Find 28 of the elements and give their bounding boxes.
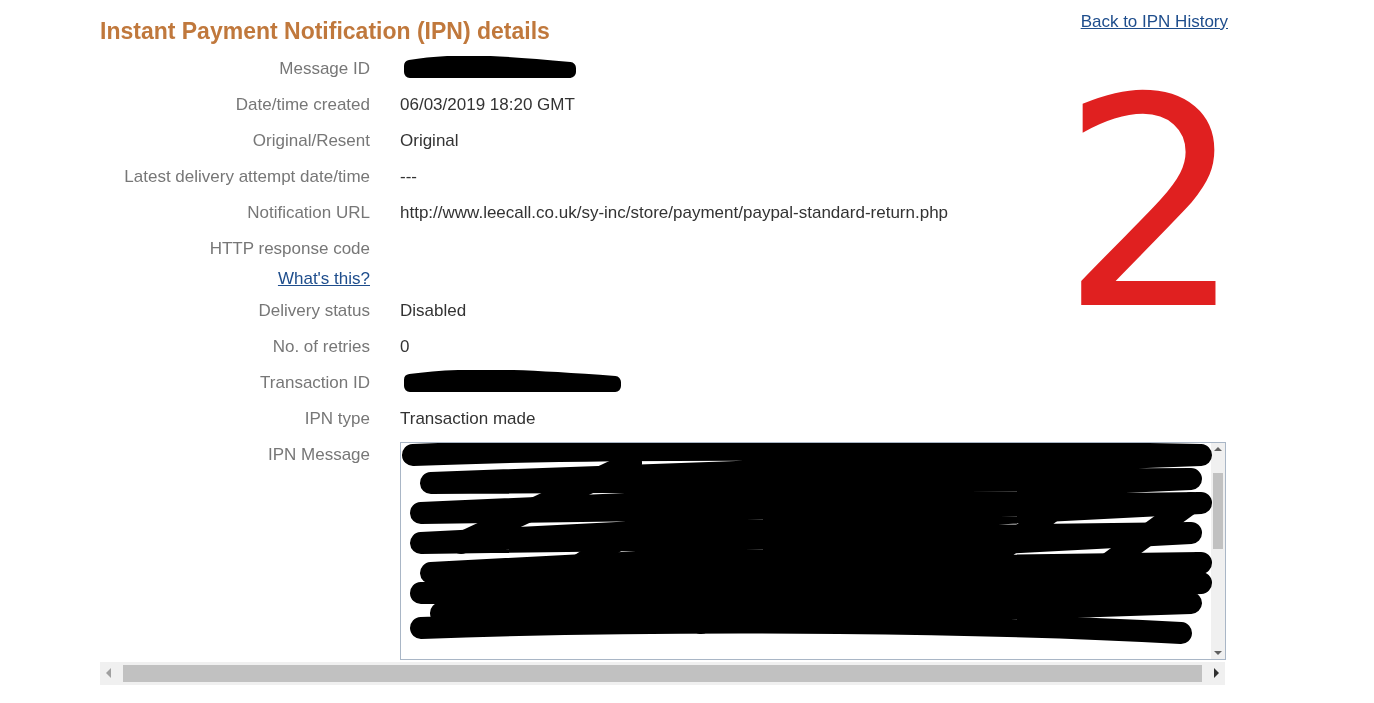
field-label: Delivery status xyxy=(258,299,370,322)
field-label: Date/time created xyxy=(235,93,370,116)
field-value: 0 xyxy=(400,336,410,356)
field-label: IPN type xyxy=(304,407,370,430)
field-value: Original xyxy=(400,130,459,150)
field-label: Latest delivery attempt date/time xyxy=(124,165,370,188)
horizontal-scrollbar[interactable] xyxy=(100,661,1225,685)
field-label: HTTP response code xyxy=(209,237,370,260)
field-label: Message ID xyxy=(279,57,370,80)
field-value: http://www.leecall.co.uk/sy-inc/store/payment/paypal-standard-return.php xyxy=(400,202,949,222)
field-value: Transaction made xyxy=(400,408,536,428)
handwritten-annotation: 2 xyxy=(1060,60,1245,350)
field-value: 06/03/2019 18:20 GMT xyxy=(400,94,575,114)
vertical-scrollbar[interactable] xyxy=(1211,442,1225,659)
page-title: Instant Payment Notification (IPN) details xyxy=(100,17,550,46)
help-link[interactable]: What's this? xyxy=(277,266,370,292)
field-label: Transaction ID xyxy=(260,371,370,394)
field-value: Disabled xyxy=(400,300,467,320)
field-label: IPN Message xyxy=(267,443,370,466)
back-link[interactable]: Back to IPN History xyxy=(1080,9,1228,35)
field-value: --- xyxy=(400,166,417,186)
scroll-left-icon[interactable] xyxy=(106,668,111,678)
field-label: Original/Resent xyxy=(252,129,370,152)
field-label: Notification URL xyxy=(247,201,370,224)
field-label: No. of retries xyxy=(272,335,370,358)
scroll-up-icon[interactable] xyxy=(1214,446,1222,451)
scroll-down-icon[interactable] xyxy=(1214,650,1222,655)
scroll-right-icon[interactable] xyxy=(1214,668,1219,678)
